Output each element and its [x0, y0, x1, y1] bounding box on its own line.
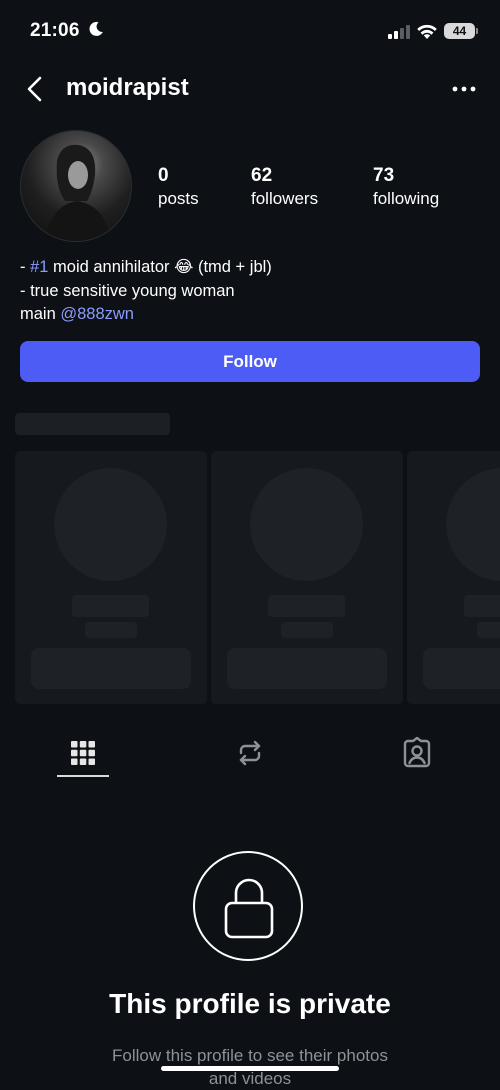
bio-line-2: - true sensitive young woman	[20, 282, 235, 300]
active-tab-indicator	[57, 775, 109, 777]
skeleton-card	[407, 451, 500, 704]
status-time: 21:06	[30, 20, 80, 41]
following-count[interactable]: 73	[373, 165, 394, 187]
posts-label: posts	[158, 189, 199, 208]
followers-count[interactable]: 62	[251, 165, 272, 187]
following-label[interactable]: following	[373, 189, 439, 209]
chevron-left-icon[interactable]	[22, 74, 50, 104]
private-title: This profile is private	[109, 988, 391, 1019]
grid-icon[interactable]	[63, 733, 103, 773]
followers-label[interactable]: followers	[251, 189, 318, 209]
bio-text: main	[20, 305, 61, 323]
bio-line-1: - #1 moid annihilator 😂 (tmd + jbl)	[20, 256, 272, 278]
follow-button[interactable]: Follow	[20, 341, 480, 382]
posts-count: 0	[158, 165, 169, 186]
bio-text: -	[20, 258, 31, 276]
avatar[interactable]	[20, 130, 132, 242]
tagged-icon[interactable]	[397, 733, 437, 773]
battery-icon: 44	[444, 23, 478, 39]
bio-line-3: main @888zwn	[20, 303, 134, 325]
profile-username: moidrapist	[66, 74, 189, 101]
repost-icon[interactable]	[230, 733, 270, 773]
skeleton-card	[211, 451, 403, 704]
bio-text: (tmd + jbl)	[193, 258, 272, 276]
lock-icon	[224, 878, 274, 939]
laughing-emoji: 😂	[174, 258, 194, 276]
skeleton-card	[15, 451, 207, 704]
hashtag-link[interactable]: #1	[30, 258, 48, 276]
wifi-icon	[417, 24, 437, 39]
signal-icon	[388, 25, 410, 39]
more-dots-icon[interactable]	[449, 80, 479, 98]
home-indicator[interactable]	[161, 1066, 339, 1071]
private-subtitle-line: Follow this profile to see their photos	[112, 1046, 388, 1065]
skeleton-title	[15, 413, 170, 435]
moon-icon	[89, 21, 103, 36]
avatar-photo	[45, 144, 111, 241]
mention-link[interactable]: @888zwn	[60, 305, 134, 323]
bio-text: moid annihilator	[48, 258, 175, 276]
